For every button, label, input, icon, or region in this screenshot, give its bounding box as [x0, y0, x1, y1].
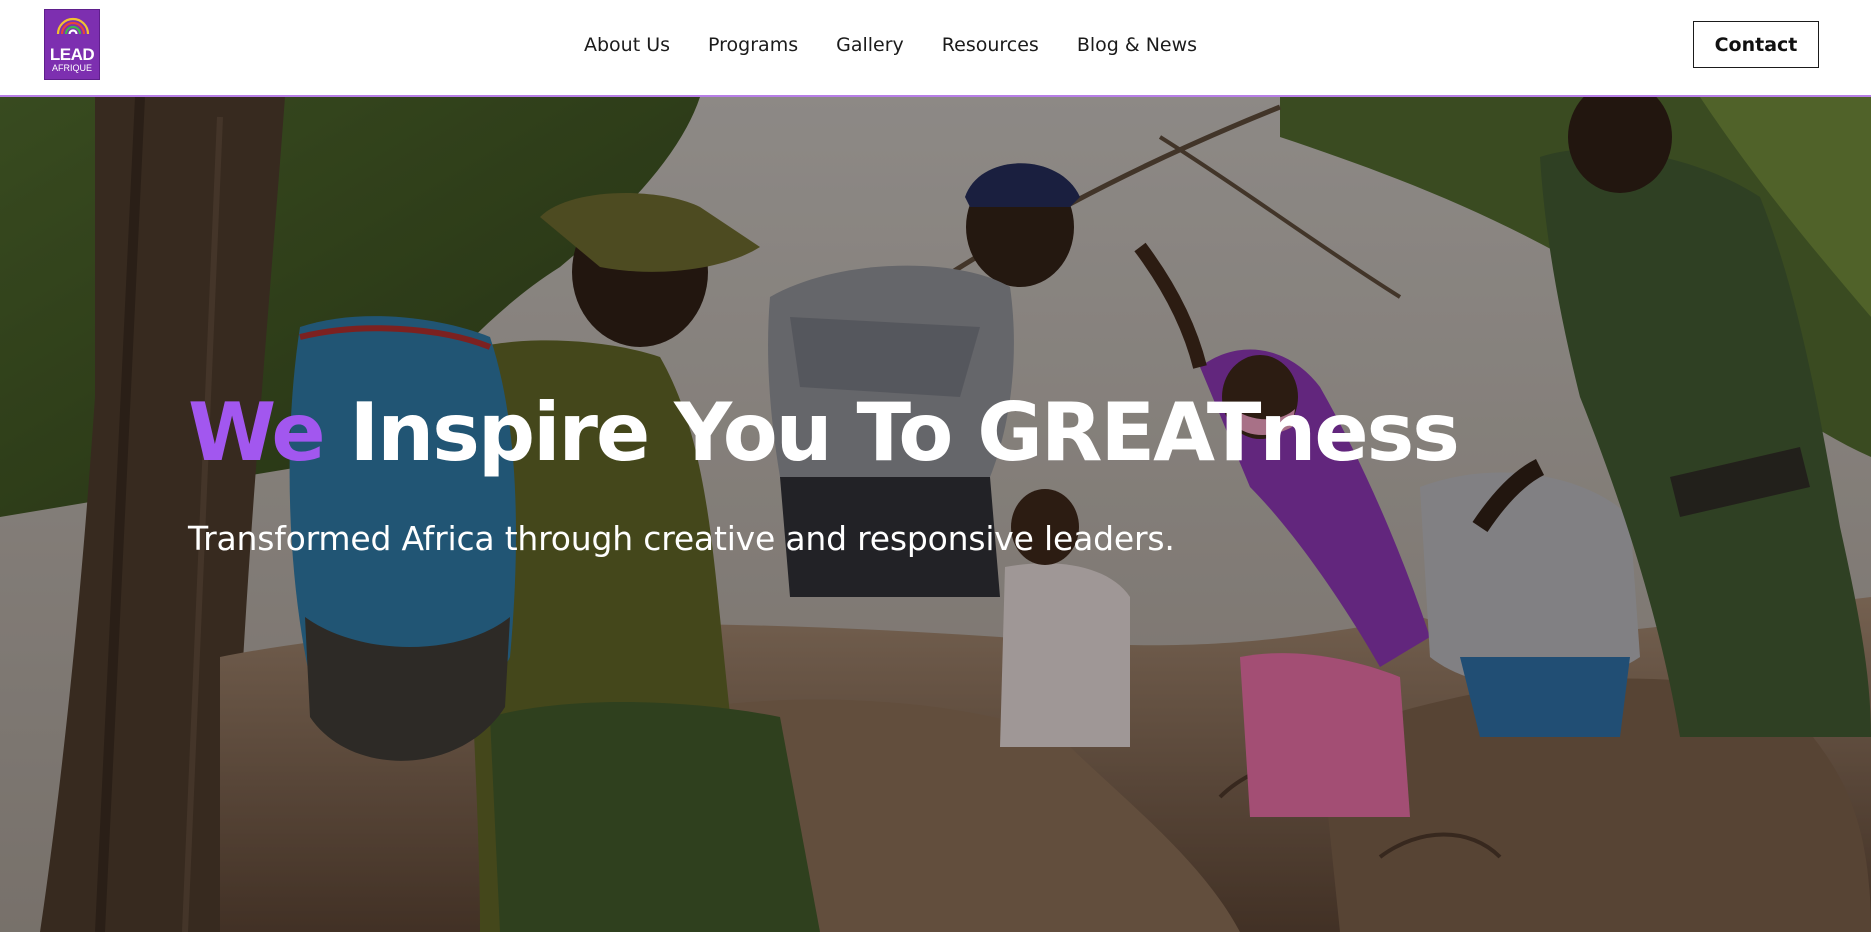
hero-section: We Inspire You To GREATness Transformed …	[0, 97, 1871, 932]
logo-subword: AFRIQUE	[51, 63, 92, 73]
nav-resources[interactable]: Resources	[942, 34, 1039, 56]
hero-headline-accent: We	[188, 386, 326, 479]
nav-programs[interactable]: Programs	[708, 34, 798, 56]
hero-headline-rest: Inspire You To GREATness	[349, 386, 1460, 479]
nav-blog-news[interactable]: Blog & News	[1077, 34, 1197, 56]
contact-button[interactable]: Contact	[1693, 21, 1819, 68]
hero-dark-overlay	[0, 97, 1871, 932]
site-header: LEAD AFRIQUE About Us Programs Gallery R…	[0, 0, 1871, 97]
hero-headline: We Inspire You To GREATness	[188, 383, 1460, 483]
nav-gallery[interactable]: Gallery	[836, 34, 904, 56]
nav-about-us[interactable]: About Us	[584, 34, 670, 56]
main-nav: About Us Programs Gallery Resources Blog…	[584, 31, 1197, 59]
lead-afrique-logo[interactable]: LEAD AFRIQUE	[44, 9, 100, 80]
logo-word: LEAD	[49, 45, 95, 64]
hero-subline: Transformed Africa through creative and …	[188, 519, 1175, 558]
logo-arcs-icon	[56, 17, 90, 35]
